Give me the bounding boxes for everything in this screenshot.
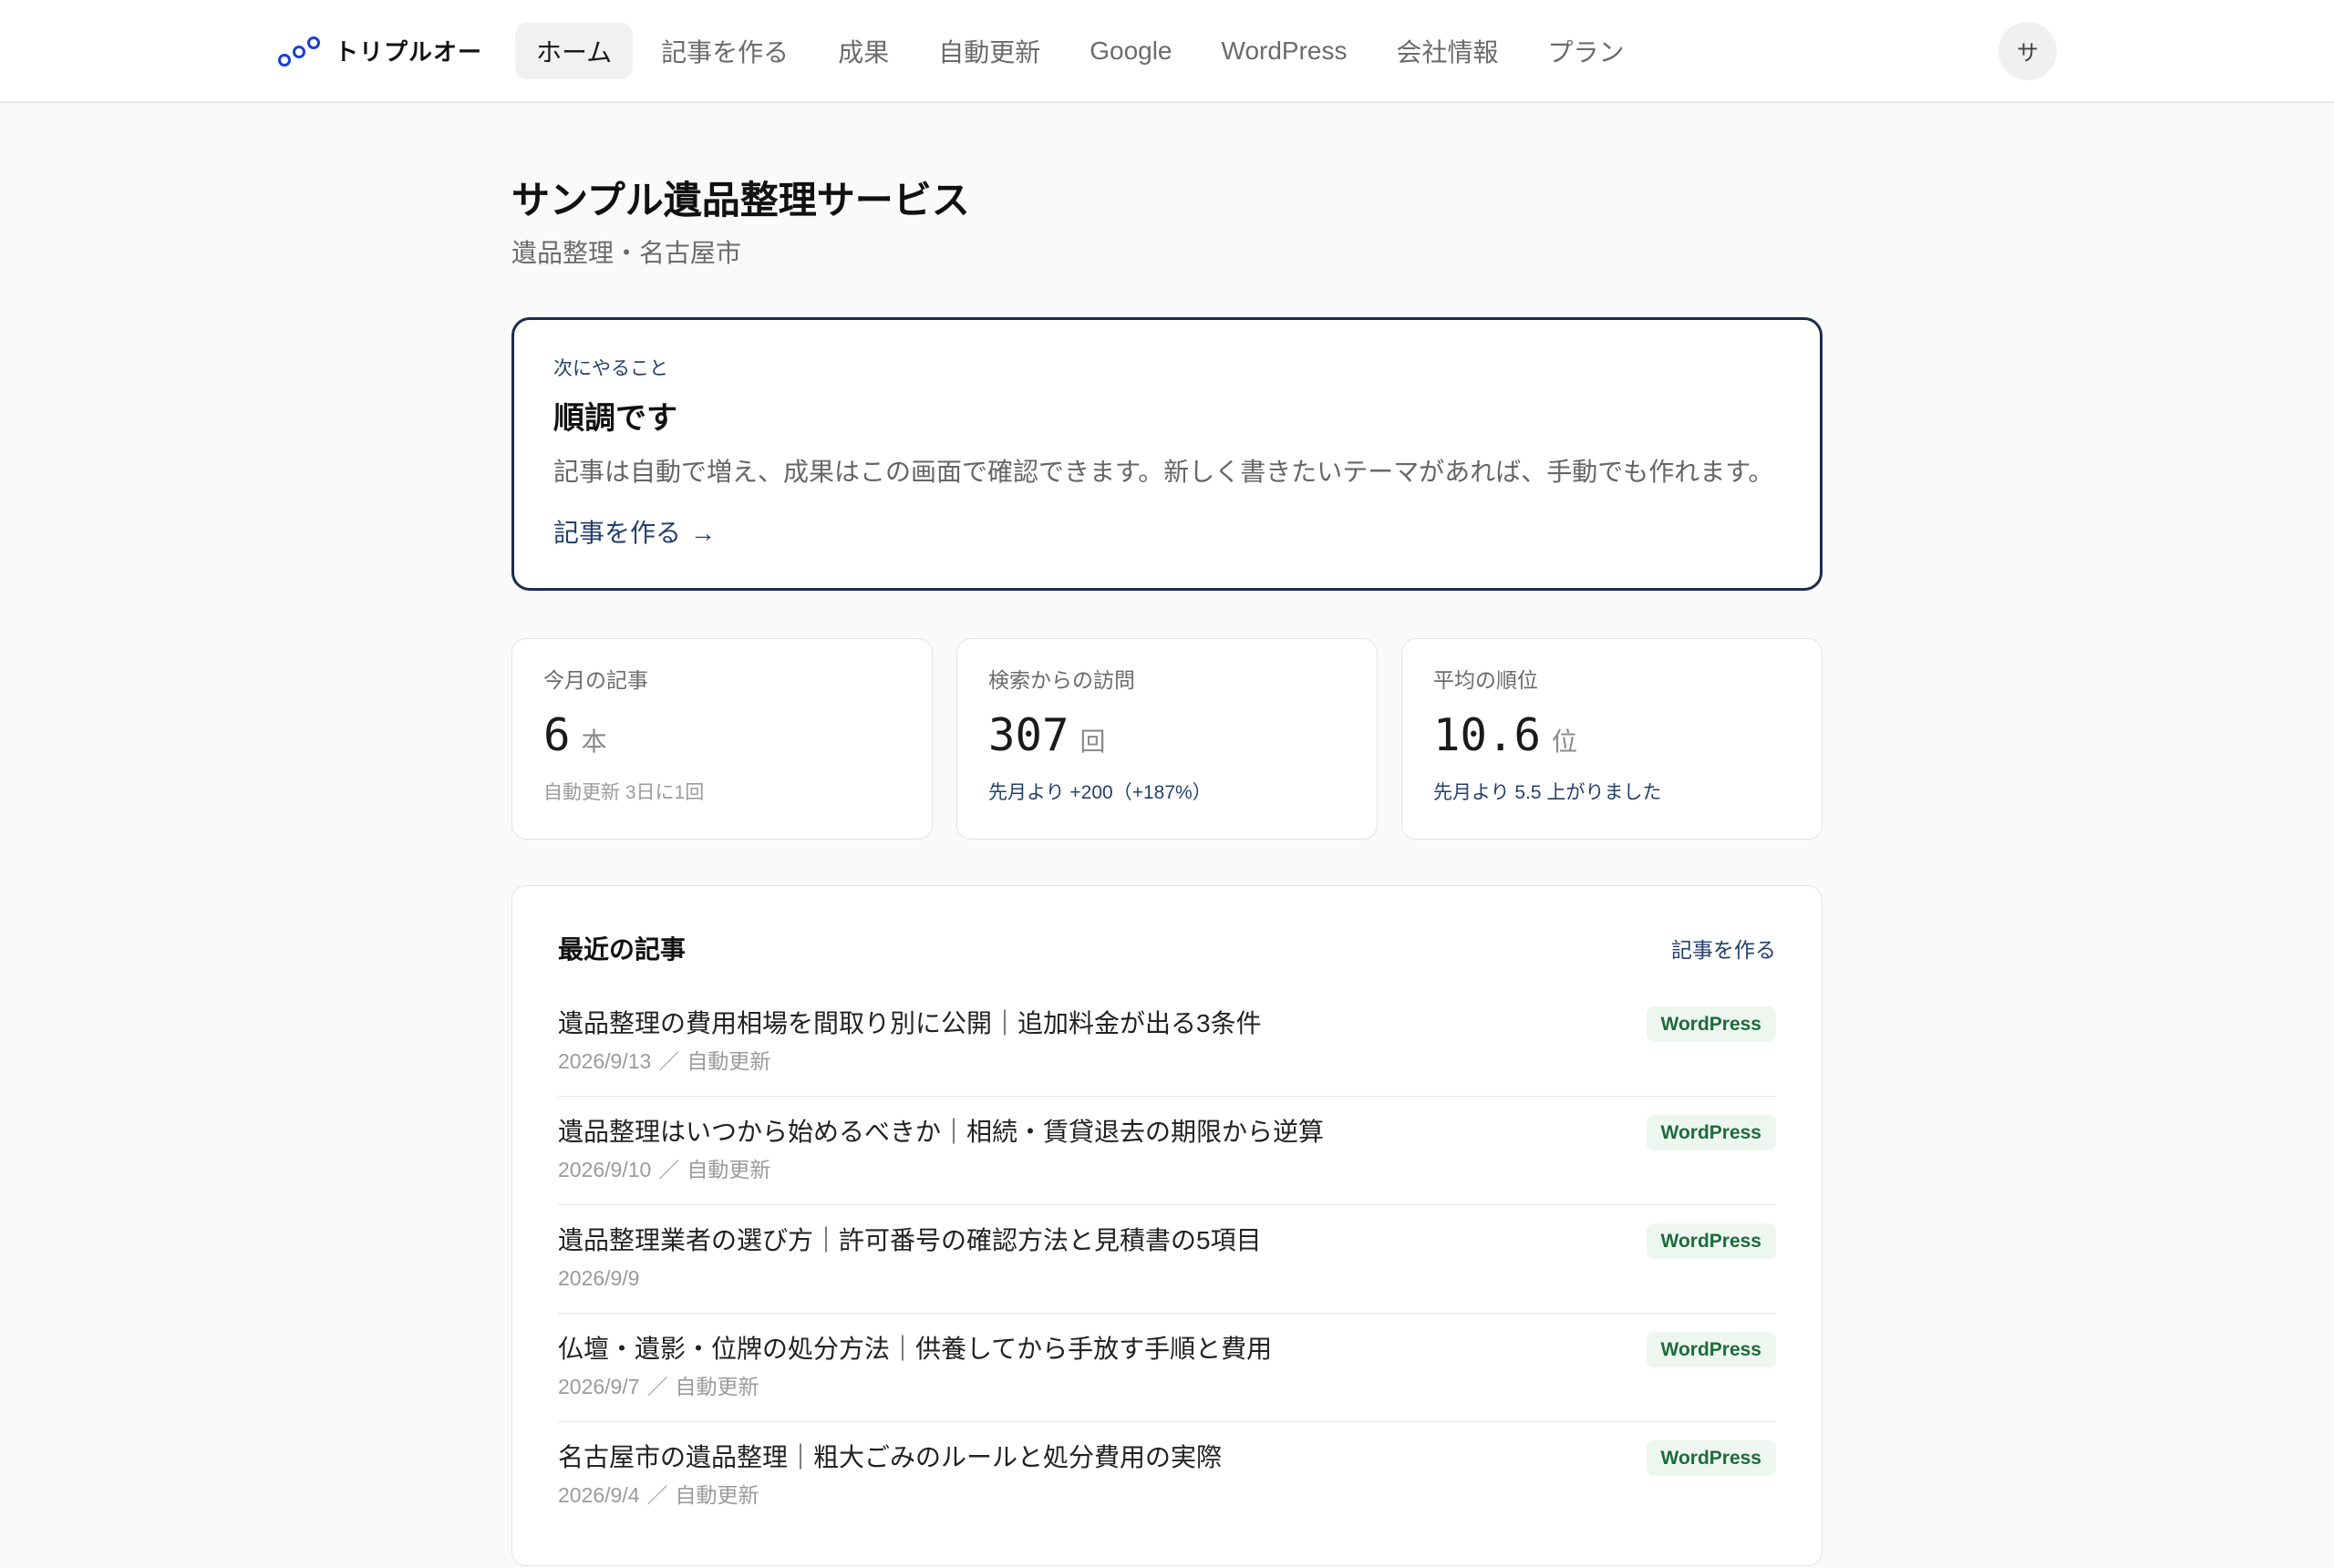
nav-item-create-article[interactable]: 記事を作る [640, 23, 810, 79]
article-title: 遺品整理業者の選び方｜許可番号の確認方法と見積書の5項目 [558, 1226, 1262, 1254]
create-article-link-label: 記事を作る [553, 519, 682, 547]
nav-item-results[interactable]: 成果 [817, 23, 910, 79]
article-meta: 2026/9/4 ／ 自動更新 [558, 1480, 1222, 1510]
stat-value: 10.6 [1433, 709, 1542, 761]
brand-logo[interactable]: トリプルオー [277, 33, 515, 69]
article-meta: 2026/9/9 [558, 1264, 1262, 1293]
stat-note: 自動更新 3日に1回 [543, 782, 705, 803]
stat-value-row: 6 本 [543, 708, 901, 763]
stat-card-search-visits: 検索からの訪問 307 回 先月より +200（+187%） [956, 638, 1378, 840]
article-text: 遺品整理の費用相場を間取り別に公開｜追加料金が出る3条件 2026/9/13 ／ 自… [558, 1006, 1262, 1076]
main-nav: ホーム 記事を作る 成果 自動更新 Google WordPress 会社情報 … [515, 22, 1646, 79]
article-date: 2026/9/10 [558, 1158, 652, 1181]
stat-note: 先月より 5.5 上がりました [1433, 782, 1662, 803]
recent-articles-card: 最近の記事 記事を作る 遺品整理の費用相場を間取り別に公開｜追加料金が出る3条件… [511, 885, 1823, 1566]
user-avatar[interactable]: サ [1998, 21, 2057, 80]
recent-create-article-link[interactable]: 記事を作る [1671, 933, 1776, 964]
stats-row: 今月の記事 6 本 自動更新 3日に1回 検索からの訪問 307 回 先月より … [511, 638, 1823, 840]
stat-label: 平均の順位 [1433, 668, 1538, 692]
article-title: 遺品整理の費用相場を間取り別に公開｜追加料金が出る3条件 [558, 1009, 1262, 1037]
article-date: 2026/9/4 [558, 1483, 640, 1507]
article-meta: 2026/9/7 ／ 自動更新 [558, 1372, 1272, 1401]
main-content: サンプル遺品整理サービス 遺品整理・名古屋市 次にやること 順調です 記事は自動… [511, 178, 1823, 1566]
article-date: 2026/9/7 [558, 1375, 640, 1398]
nav-item-wordpress[interactable]: WordPress [1201, 23, 1368, 79]
next-action-heading: 順調です [553, 401, 677, 436]
platform-badge: WordPress [1646, 1332, 1776, 1367]
nav-item-plan[interactable]: プラン [1527, 23, 1646, 79]
platform-badge: WordPress [1646, 1115, 1776, 1150]
article-row[interactable]: 遺品整理業者の選び方｜許可番号の確認方法と見積書の5項目 2026/9/9 Wo… [558, 1205, 1776, 1314]
stat-card-average-rank: 平均の順位 10.6 位 先月より 5.5 上がりました [1401, 638, 1823, 840]
stat-unit: 本 [581, 727, 607, 756]
article-text: 仏壇・遺影・位牌の処分方法｜供養してから手放す手順と費用 2026/9/7 ／ 自動… [558, 1331, 1272, 1401]
nav-item-google[interactable]: Google [1069, 23, 1193, 79]
article-row[interactable]: 遺品整理はいつから始めるべきか｜相続・賃貸退去の期限から逆算 2026/9/10… [558, 1097, 1776, 1205]
meta-separator: ／ [658, 1158, 680, 1181]
article-row[interactable]: 遺品整理の費用相場を間取り別に公開｜追加料金が出る3条件 2026/9/13 ／ 自… [558, 988, 1776, 1097]
stat-value: 6 [543, 709, 571, 761]
recent-articles-header: 最近の記事 記事を作る [558, 930, 1776, 966]
page-subtitle: 遺品整理・名古屋市 [511, 239, 742, 267]
stat-note: 先月より +200（+187%） [988, 782, 1212, 803]
article-source: 自動更新 [687, 1158, 771, 1181]
stat-unit: 回 [1079, 727, 1106, 756]
brand-name: トリプルオー [335, 38, 483, 66]
three-circles-logo-icon [277, 33, 321, 69]
article-meta: 2026/9/10 ／ 自動更新 [558, 1155, 1324, 1184]
page-title: サンプル遺品整理サービス [511, 179, 970, 222]
stat-card-monthly-articles: 今月の記事 6 本 自動更新 3日に1回 [511, 638, 933, 840]
meta-separator: ／ [646, 1483, 668, 1507]
platform-badge: WordPress [1646, 1440, 1776, 1476]
article-text: 遺品整理業者の選び方｜許可番号の確認方法と見積書の5項目 2026/9/9 [558, 1222, 1262, 1293]
article-source: 自動更新 [675, 1483, 759, 1507]
stat-value-row: 10.6 位 [1433, 708, 1791, 763]
stat-unit: 位 [1552, 727, 1578, 756]
header-inner: トリプルオー ホーム 記事を作る 成果 自動更新 Google WordPres… [277, 0, 2057, 101]
top-header: トリプルオー ホーム 記事を作る 成果 自動更新 Google WordPres… [0, 0, 2334, 103]
next-action-card: 次にやること 順調です 記事は自動で増え、成果はこの画面で確認できます。新しく書… [511, 317, 1823, 591]
create-article-link[interactable]: 記事を作る → [553, 515, 716, 552]
stat-value-row: 307 回 [988, 708, 1346, 763]
article-source: 自動更新 [687, 1049, 771, 1073]
platform-badge: WordPress [1646, 1006, 1776, 1042]
platform-badge: WordPress [1646, 1223, 1776, 1259]
article-date: 2026/9/9 [558, 1266, 640, 1290]
next-action-eyebrow: 次にやること [553, 358, 668, 379]
article-title: 仏壇・遺影・位牌の処分方法｜供養してから手放す手順と費用 [558, 1335, 1273, 1363]
article-title: 名古屋市の遺品整理｜粗大ごみのルールと処分費用の実際 [558, 1443, 1223, 1471]
article-date: 2026/9/13 [558, 1049, 652, 1073]
meta-separator: ／ [646, 1375, 668, 1398]
article-row[interactable]: 仏壇・遺影・位牌の処分方法｜供養してから手放す手順と費用 2026/9/7 ／ 自動… [558, 1314, 1776, 1422]
nav-item-auto-update[interactable]: 自動更新 [917, 23, 1061, 79]
next-action-description: 記事は自動で増え、成果はこの画面で確認できます。新しく書きたいテーマがあれば、手… [553, 458, 1774, 486]
arrow-right-icon: → [690, 519, 717, 547]
meta-separator: ／ [658, 1049, 680, 1073]
recent-articles-list: 遺品整理の費用相場を間取り別に公開｜追加料金が出る3条件 2026/9/13 ／自… [558, 988, 1776, 1530]
recent-articles-title: 最近の記事 [558, 935, 687, 964]
stat-label: 今月の記事 [543, 668, 648, 692]
article-meta: 2026/9/13 ／ 自動更新 [558, 1047, 1262, 1076]
stat-label: 検索からの訪問 [988, 668, 1135, 692]
article-source: 自動更新 [675, 1375, 759, 1398]
article-text: 遺品整理はいつから始めるべきか｜相続・賃貸退去の期限から逆算 2026/9/10… [558, 1114, 1324, 1184]
nav-item-company-info[interactable]: 会社情報 [1375, 23, 1519, 79]
article-row[interactable]: 名古屋市の遺品整理｜粗大ごみのルールと処分費用の実際 2026/9/4 ／ 自動更新… [558, 1422, 1776, 1530]
article-title: 遺品整理はいつから始めるべきか｜相続・賃貸退去の期限から逆算 [558, 1118, 1325, 1146]
stat-value: 307 [988, 709, 1069, 761]
article-text: 名古屋市の遺品整理｜粗大ごみのルールと処分費用の実際 2026/9/4 ／ 自動更新 [558, 1439, 1222, 1510]
nav-item-home[interactable]: ホーム [515, 22, 634, 79]
